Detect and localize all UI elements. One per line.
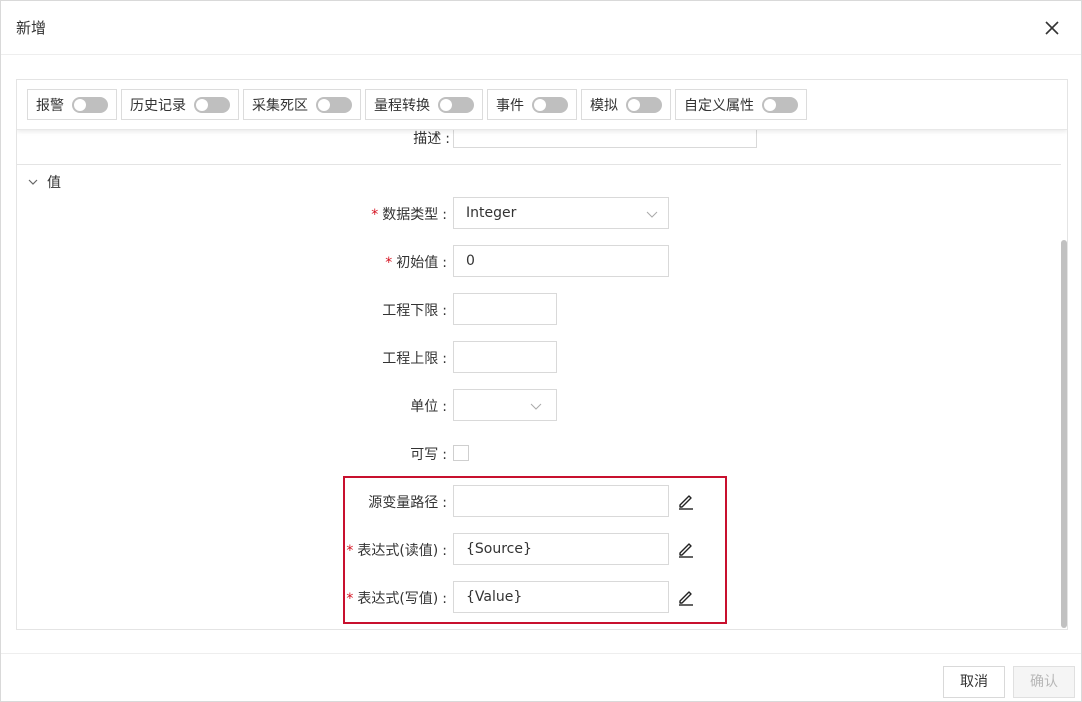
eng-high-row: 工程上限:	[17, 341, 1057, 373]
toggle-label: 事件	[496, 97, 524, 114]
eng-high-label: 工程上限:	[382, 351, 447, 367]
toggle-event[interactable]: 事件	[487, 89, 577, 120]
source-path-label: 源变量路径:	[368, 495, 447, 511]
eng-low-label: 工程下限:	[382, 303, 447, 319]
data-type-label: * 数据类型:	[371, 207, 447, 223]
feature-toggle-bar: 报警 历史记录 采集死区 量程转换 事件 模拟 自定义属性	[17, 80, 1067, 130]
toggle-history[interactable]: 历史记录	[121, 89, 239, 120]
eng-low-row: 工程下限:	[17, 293, 1057, 325]
toggle-switch[interactable]	[438, 96, 474, 113]
expr-read-input[interactable]: {Source}	[453, 533, 669, 565]
writable-row: 可写:	[17, 437, 1057, 469]
confirm-button[interactable]: 确认	[1013, 666, 1075, 698]
section-divider	[17, 164, 1061, 165]
toggle-label: 自定义属性	[684, 97, 754, 114]
data-type-value: Integer	[466, 205, 517, 221]
toggle-label: 模拟	[590, 97, 618, 114]
data-type-select[interactable]: Integer	[453, 197, 669, 229]
expr-write-label: * 表达式(写值):	[346, 591, 447, 607]
cancel-button[interactable]: 取消	[943, 666, 1005, 698]
toggle-range-conversion[interactable]: 量程转换	[365, 89, 483, 120]
edit-pencil-icon[interactable]	[677, 540, 695, 558]
unit-label: 单位:	[410, 399, 447, 415]
unit-row: 单位:	[17, 389, 1057, 421]
source-path-input[interactable]	[453, 485, 669, 517]
edit-pencil-icon[interactable]	[677, 588, 695, 606]
toggle-switch[interactable]	[316, 96, 352, 113]
source-path-row: 源变量路径:	[17, 485, 1057, 517]
data-type-row: * 数据类型: Integer	[17, 197, 1057, 229]
toggle-label: 采集死区	[252, 97, 308, 114]
toggle-switch[interactable]	[194, 96, 230, 113]
toggle-switch[interactable]	[72, 96, 108, 113]
chevron-down-icon	[28, 179, 38, 185]
toggle-simulation[interactable]: 模拟	[581, 89, 671, 120]
expr-write-row: * 表达式(写值): {Value}	[17, 581, 1057, 613]
expr-read-row: * 表达式(读值): {Source}	[17, 533, 1057, 565]
chevron-down-icon	[646, 211, 658, 218]
scrollbar-thumb[interactable]	[1061, 240, 1067, 628]
add-dialog: 新增 报警 历史记录 采集死区 量程转换 事件 模拟 自定义属性 描述: 值 …	[0, 0, 1082, 702]
toggle-label: 报警	[36, 97, 64, 114]
dialog-header: 新增	[1, 1, 1081, 55]
description-label: 描述:	[413, 131, 450, 147]
section-title: 值	[47, 175, 61, 191]
unit-select[interactable]	[453, 389, 557, 421]
toggle-switch[interactable]	[762, 96, 798, 113]
eng-high-input[interactable]	[453, 341, 557, 373]
expr-read-label: * 表达式(读值):	[346, 543, 447, 559]
close-icon[interactable]	[1041, 17, 1063, 39]
initial-value-label: * 初始值:	[385, 255, 447, 271]
toggle-switch[interactable]	[626, 96, 662, 113]
writable-label: 可写:	[410, 447, 447, 463]
toggle-label: 历史记录	[130, 97, 186, 114]
chevron-down-icon	[530, 403, 542, 410]
writable-checkbox[interactable]	[453, 445, 469, 461]
toggle-deadband[interactable]: 采集死区	[243, 89, 361, 120]
edit-pencil-icon[interactable]	[677, 492, 695, 510]
form-panel: 报警 历史记录 采集死区 量程转换 事件 模拟 自定义属性 描述: 值 * 数…	[16, 79, 1068, 630]
dialog-title: 新增	[16, 19, 47, 37]
initial-value-input[interactable]: 0	[453, 245, 669, 277]
toggle-alarm[interactable]: 报警	[27, 89, 117, 120]
toggle-label: 量程转换	[374, 97, 430, 114]
toggle-switch[interactable]	[532, 96, 568, 113]
eng-low-input[interactable]	[453, 293, 557, 325]
value-section-header[interactable]: 值	[27, 172, 61, 192]
dialog-footer: 取消 确认	[1, 653, 1081, 701]
expr-write-input[interactable]: {Value}	[453, 581, 669, 613]
toggle-custom-attributes[interactable]: 自定义属性	[675, 89, 807, 120]
initial-value-row: * 初始值: 0	[17, 245, 1057, 277]
